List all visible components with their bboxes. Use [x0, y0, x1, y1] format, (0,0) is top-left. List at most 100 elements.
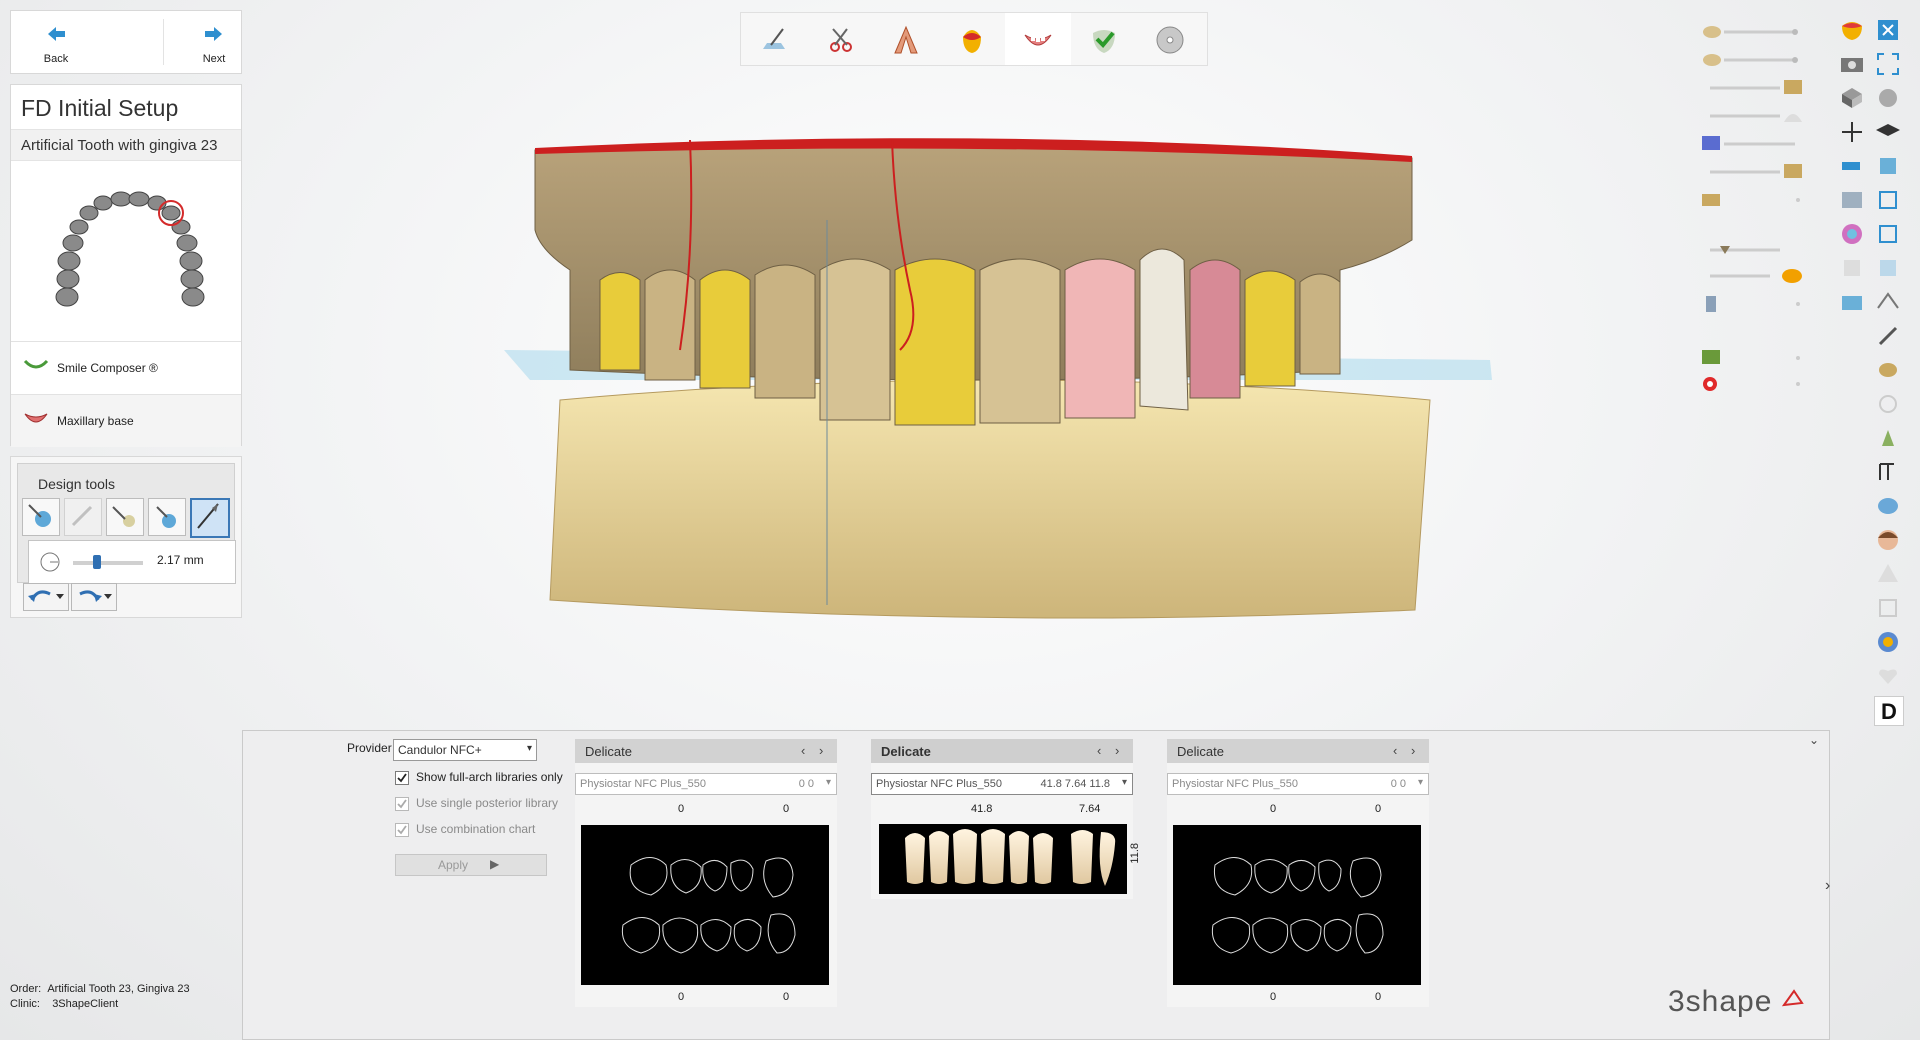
heart-button[interactable] — [1874, 662, 1902, 690]
slider-base[interactable] — [1700, 160, 1830, 184]
library-title: Delicate — [1177, 744, 1224, 759]
dimension-label: 11.8 — [1129, 843, 1141, 864]
chevron-left-icon[interactable]: ‹ — [1393, 743, 1397, 758]
apply-button[interactable]: Apply ▶ — [395, 854, 547, 876]
close-view-button[interactable] — [1874, 16, 1902, 44]
redo-button[interactable] — [71, 583, 117, 611]
radius-slider-track[interactable] — [73, 561, 143, 565]
shaper-button[interactable] — [1874, 492, 1902, 520]
chevron-left-icon[interactable]: ‹ — [1097, 743, 1101, 758]
workflow-step-arch[interactable] — [873, 13, 939, 65]
slider-upper-model[interactable] — [1700, 20, 1830, 44]
page-title: FD Initial Setup — [21, 95, 179, 121]
panel-copy-button[interactable] — [1874, 186, 1902, 214]
layer-down-button[interactable] — [1874, 254, 1902, 282]
drawers-button[interactable] — [1838, 186, 1866, 214]
slider-implant[interactable] — [1700, 292, 1830, 316]
slider-target[interactable] — [1700, 372, 1830, 396]
step-maxillary-base[interactable]: Maxillary base — [11, 394, 241, 447]
remove-material-tool[interactable] — [64, 498, 102, 536]
workflow-step-save[interactable] — [1137, 13, 1203, 65]
workflow-step-scan[interactable] — [741, 13, 807, 65]
undo-button[interactable] — [23, 583, 69, 611]
camera-button[interactable] — [1838, 50, 1866, 78]
workflow-step-teeth-setup[interactable] — [1005, 13, 1071, 65]
radius-slider-thumb[interactable] — [93, 555, 101, 569]
library-select[interactable]: Physiostar NFC Plus_550 0 0 ▾ — [1167, 773, 1429, 795]
implant-icon — [1882, 430, 1894, 446]
collapse-panel-icon[interactable]: ⌄ — [1809, 733, 1819, 747]
morph-tool[interactable] — [148, 498, 186, 536]
slider-model-base[interactable] — [1700, 188, 1830, 212]
full-arch-checkbox[interactable] — [395, 771, 409, 785]
implant-button[interactable] — [1874, 424, 1902, 452]
gingiva-color-icon — [963, 30, 981, 53]
tooth-preview-empty — [1173, 825, 1421, 985]
panel-view-button[interactable] — [1874, 152, 1902, 180]
fullscreen-button[interactable] — [1874, 50, 1902, 78]
education-button[interactable] — [1874, 118, 1902, 146]
slider-lower-model[interactable] — [1700, 48, 1830, 72]
add-material-tool[interactable] — [22, 498, 60, 536]
grid-button[interactable] — [1838, 118, 1866, 146]
workflow-step-gingiva-color[interactable] — [939, 13, 1005, 65]
nav-divider — [163, 19, 164, 65]
lower-model-icon — [1703, 54, 1798, 66]
tooth-arch-icon[interactable] — [31, 175, 221, 325]
scan-body-icon — [1842, 296, 1862, 310]
box-icon — [1842, 88, 1862, 108]
knife-tool[interactable] — [190, 498, 230, 538]
chevron-left-icon[interactable]: ‹ — [801, 743, 805, 758]
back-button[interactable]: Back — [21, 11, 91, 73]
dental-model-viewport[interactable] — [500, 130, 1500, 640]
globe-button[interactable] — [1874, 628, 1902, 656]
warning-button[interactable] — [1874, 560, 1902, 588]
tooth-color-button[interactable] — [1838, 16, 1866, 44]
color-wheel-button[interactable] — [1838, 220, 1866, 248]
target-icon — [1703, 377, 1800, 391]
slider-color-map[interactable] — [1700, 264, 1830, 288]
workflow-toolbar — [740, 12, 1208, 66]
single-posterior-label: Use single posterior library — [416, 796, 559, 810]
face-button[interactable] — [1874, 526, 1902, 554]
tooth-scan-button[interactable] — [1874, 356, 1902, 384]
layer-down-icon — [1880, 260, 1896, 276]
slider-antagonist[interactable] — [1700, 238, 1830, 262]
single-posterior-checkbox[interactable] — [395, 797, 409, 811]
library-select[interactable]: Physiostar NFC Plus_550 41.8 7.64 11.8 ▾ — [871, 773, 1133, 795]
globe-view-button[interactable] — [1874, 84, 1902, 112]
step-smile-composer[interactable]: Smile Composer ® — [11, 341, 241, 394]
slider-scan[interactable] — [1700, 132, 1830, 156]
brush-button[interactable] — [1874, 322, 1902, 350]
layer-button[interactable] — [1874, 220, 1902, 248]
provider-select[interactable]: Candulor NFC+ ▾ — [393, 739, 537, 761]
workflow-step-trim[interactable] — [807, 13, 873, 65]
gingiva-layer-icon — [1710, 114, 1802, 122]
chevron-right-icon[interactable]: › — [819, 743, 823, 758]
chevron-right-icon[interactable]: › — [1825, 877, 1830, 895]
scan-body-button[interactable] — [1838, 288, 1866, 316]
shade-button[interactable] — [1838, 254, 1866, 282]
library-name: Physiostar NFC Plus_550 — [580, 778, 706, 790]
bracket-button[interactable] — [1874, 458, 1902, 486]
slider-teeth[interactable] — [1700, 76, 1830, 100]
implant-icon — [1706, 296, 1800, 312]
combination-chart-checkbox[interactable] — [395, 823, 409, 837]
box-view-button[interactable] — [1838, 84, 1866, 112]
d-button[interactable]: D — [1874, 696, 1904, 726]
next-button[interactable]: Next — [179, 11, 249, 73]
workflow-step-verify[interactable] — [1071, 13, 1137, 65]
globe-icon — [1878, 632, 1898, 652]
tooth-box-button[interactable] — [1874, 594, 1902, 622]
chevron-right-icon[interactable]: › — [1411, 743, 1415, 758]
screen-button[interactable] — [1838, 152, 1866, 180]
chevron-right-icon[interactable]: › — [1115, 743, 1119, 758]
library-select[interactable]: Physiostar NFC Plus_550 0 0 ▾ — [575, 773, 837, 795]
slider-gingiva-color[interactable] — [1700, 346, 1830, 370]
tooth-preview-selected[interactable] — [879, 824, 1127, 894]
smooth-tool[interactable] — [106, 498, 144, 536]
layer-move-button[interactable] — [1874, 288, 1902, 316]
apply-label: Apply — [438, 858, 469, 872]
slider-gingiva[interactable] — [1700, 104, 1830, 128]
tooth-outline-button[interactable] — [1874, 390, 1902, 418]
